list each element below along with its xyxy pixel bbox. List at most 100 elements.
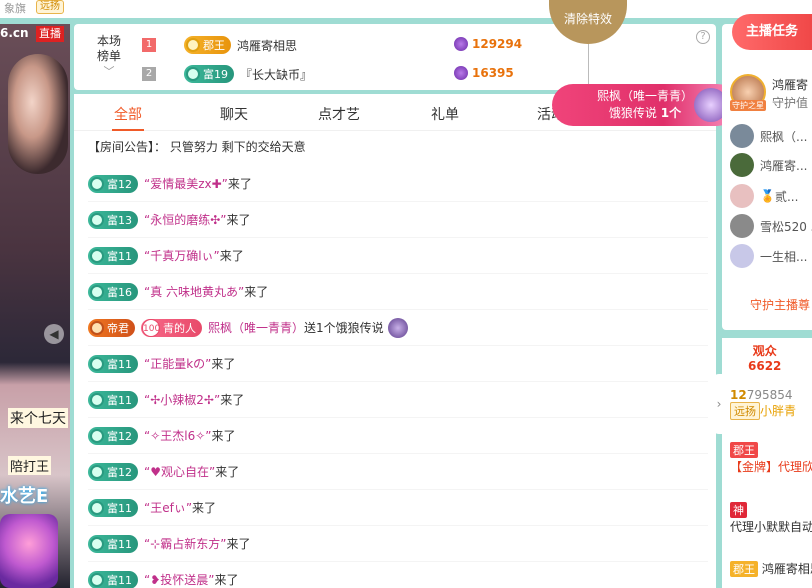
user-name: 鸿雁寄相思	[761, 562, 812, 576]
chat-text: 来了	[214, 573, 239, 587]
badge-label: 富11	[107, 573, 132, 587]
tab-gifts[interactable]: 礼单	[431, 104, 459, 124]
guard-item[interactable]: 熙枫（...	[730, 124, 807, 148]
tab-chat[interactable]: 聊天	[220, 104, 248, 124]
guard-name: 熙枫（...	[760, 129, 808, 144]
user-level-badge: 富11	[88, 354, 138, 373]
top-strip: 象旗 远扬	[0, 0, 812, 18]
guard-top-sub: 守护值	[772, 96, 809, 110]
ranking-title[interactable]: 本场榜单 ﹀	[94, 34, 124, 79]
badge-label: 富13	[107, 213, 132, 227]
chat-message: 富11 “⊹霸占新东方” 来了	[88, 526, 708, 562]
rank-score-value: 16395	[472, 66, 514, 80]
rank-badge-label: 富19	[203, 68, 228, 81]
rich-icon	[90, 356, 104, 371]
guard-top-user[interactable]: 守护之星 鸿雁寄 守护值	[730, 74, 812, 124]
ranking-row[interactable]: 2 富19 『长大缺币』	[142, 63, 440, 85]
audience-row[interactable]: 郡王 鸿雁寄相思	[730, 560, 812, 577]
user-level-badge: 富12	[88, 174, 138, 193]
rich-icon	[186, 67, 200, 81]
audience-row[interactable]: 郡王 【金牌】代理欣	[730, 442, 812, 475]
chat-text: 来了	[219, 249, 244, 263]
user-name: 【金牌】代理欣	[730, 460, 812, 474]
chat-message: 富11 “千真万确lぃ” 来了	[88, 238, 708, 274]
guard-star-label: 守护之星	[730, 100, 766, 111]
chat-user-name[interactable]: “✧王杰l6✧”	[144, 427, 212, 444]
message-list: 富12 “爱情最美zx✚” 来了 富13 “永恒的磨练✣” 来了 富11 “千真万确lぃ” 来了…	[88, 166, 708, 588]
badge-label: 富11	[107, 537, 132, 551]
chat-message: 富11 “✢小辣椒2✢” 来了	[88, 382, 708, 418]
ranking-row[interactable]: 1 郡王 鸿雁寄相思	[142, 34, 437, 56]
chat-text: 来了	[215, 465, 240, 479]
rank-score-value: 129294	[472, 37, 523, 51]
user-level-badge: 富11	[88, 246, 138, 265]
badge-label: 富11	[107, 393, 132, 407]
chat-user-name[interactable]: “真 六味地黄丸あ”	[144, 283, 244, 300]
collapse-arrow-icon[interactable]: ›	[712, 374, 726, 434]
chat-message: 富11 “❥投怀送晨” 来了	[88, 562, 708, 588]
chat-message: 富12 “✧王杰l6✧” 来了	[88, 418, 708, 454]
audience-header[interactable]: 观众 6622	[748, 344, 781, 374]
chat-user-name[interactable]: “♥观心自在”	[144, 463, 215, 480]
rank-number: 2	[142, 67, 156, 81]
guard-item[interactable]: 🏅 贰...	[730, 184, 798, 208]
chat-user-name[interactable]: 熙枫（唯一青青）	[208, 319, 304, 336]
fan-badge-label: 青的人	[163, 321, 196, 335]
avatar	[730, 184, 754, 208]
crown-icon	[186, 38, 200, 52]
chat-user-name[interactable]: “王efぃ”	[144, 499, 192, 516]
ranking-panel: 本场榜单 ﹀ 1 郡王 鸿雁寄相思 129294 2 富19 『长大缺币』 16…	[74, 24, 716, 90]
audience-row[interactable]: 12795854 远扬 小胖青	[730, 388, 796, 420]
badge-label: 神	[730, 502, 747, 518]
chat-text: 来了	[211, 357, 236, 371]
chat-message: 富11 “王efぃ” 来了	[88, 490, 708, 526]
chat-user-name[interactable]: “⊹霸占新东方”	[144, 535, 227, 552]
guard-anchor-link[interactable]: 守护主播尊	[750, 296, 810, 313]
guard-item[interactable]: 雪松520 5	[730, 214, 812, 238]
chat-message: 富11 “正能量kの” 来了	[88, 346, 708, 382]
gift-notification-banner[interactable]: 熙枫（唯一青青） 饿狼传说 1个	[552, 84, 738, 126]
rich-icon	[90, 212, 104, 227]
fan-level: 100	[142, 318, 160, 337]
user-name: 代理小默默自动	[730, 520, 812, 534]
help-icon[interactable]: ?	[696, 30, 710, 44]
rank-score: 129294	[454, 37, 522, 51]
user-level-badge: 富12	[88, 426, 138, 445]
live-badge: 直播	[36, 26, 64, 42]
ranking-title-label: 本场榜单	[96, 34, 121, 63]
chevron-down-icon[interactable]: ﹀	[94, 64, 124, 79]
chat-user-name[interactable]: “永恒的磨练✣”	[144, 211, 227, 228]
tab-all[interactable]: 全部	[112, 104, 144, 131]
chat-user-name[interactable]: “✢小辣椒2✢”	[144, 391, 220, 408]
anchor-task-button[interactable]: 主播任务	[732, 14, 812, 50]
badge-label: 富11	[107, 249, 132, 263]
guard-item[interactable]: 一生相...	[730, 244, 807, 268]
coin-icon	[454, 37, 468, 51]
live-video[interactable]: 6.cn 直播 ◀ 来个七天 陪打王 水艺E	[0, 24, 70, 588]
chat-user-name[interactable]: “爱情最美zx✚”	[144, 175, 228, 192]
rank-badge: 郡王	[184, 36, 231, 54]
badge-label: 远扬	[730, 402, 760, 420]
rich-icon	[90, 284, 104, 299]
badge-label: 帝君	[107, 321, 129, 335]
rich-icon	[90, 428, 104, 443]
chat-user-name[interactable]: “❥投怀送晨”	[144, 571, 215, 588]
badge-label: 郡王	[730, 442, 758, 458]
rich-icon	[90, 176, 104, 191]
chat-text: 来了	[211, 429, 236, 443]
audience-row[interactable]: 神 代理小默默自动	[730, 502, 812, 535]
rank-user-name[interactable]: 『长大缺币』	[240, 66, 440, 83]
chat-text: 送1个饿狼传说	[304, 321, 384, 335]
room-notice: 【房间公告】： 只管努力 剩下的交给天意	[88, 140, 306, 154]
emperor-icon	[90, 320, 104, 335]
chat-message: 富13 “永恒的磨练✣” 来了	[88, 202, 708, 238]
volume-icon[interactable]: ◀	[44, 324, 64, 344]
chat-text: 来了	[227, 177, 252, 191]
rank-badge: 富19	[184, 65, 234, 83]
guard-item[interactable]: 鸿雁寄...	[730, 153, 807, 177]
tab-talent[interactable]: 点才艺	[318, 104, 360, 124]
rank-user-name[interactable]: 鸿雁寄相思	[237, 37, 437, 54]
chat-message: 富16 “真 六味地黄丸あ” 来了	[88, 274, 708, 310]
chat-user-name[interactable]: “千真万确lぃ”	[144, 247, 220, 264]
chat-user-name[interactable]: “正能量kの”	[144, 355, 211, 372]
